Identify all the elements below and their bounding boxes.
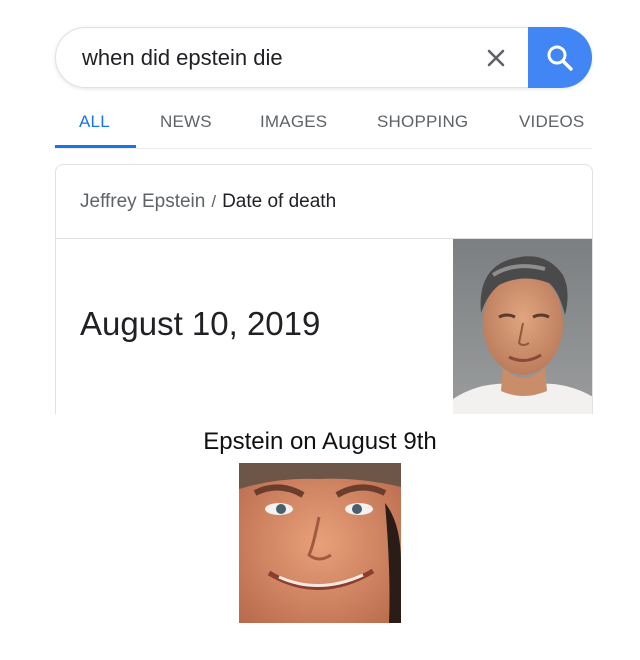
search-input[interactable]: when did epstein die [82, 45, 283, 71]
tab-all[interactable]: ALL [79, 112, 110, 132]
tabs-divider [55, 148, 592, 149]
tab-videos[interactable]: VIDEOS [519, 112, 584, 132]
search-bar: when did epstein die [55, 27, 592, 88]
breadcrumb-attribute: Date of death [222, 191, 337, 212]
search-icon [547, 45, 573, 71]
answer-card: Jeffrey Epstein / Date of death August 10,… [55, 164, 593, 414]
entity-portrait-image[interactable] [453, 239, 593, 414]
breadcrumb-separator: / [211, 192, 217, 211]
meme-caption: Epstein on August 9th [203, 428, 437, 455]
search-button[interactable] [528, 27, 592, 88]
tab-news[interactable]: NEWS [160, 112, 212, 132]
breadcrumb-entity-link[interactable]: Jeffrey Epstein [80, 191, 205, 212]
clear-search-button[interactable] [478, 40, 514, 76]
tab-images[interactable]: IMAGES [260, 112, 327, 132]
search-tabs: ALL NEWS IMAGES SHOPPING VIDEOS [55, 108, 592, 150]
active-tab-indicator [55, 145, 136, 148]
answer-card-header: Jeffrey Epstein / Date of death [56, 165, 592, 239]
close-icon [487, 49, 505, 67]
answer-value: August 10, 2019 [80, 305, 321, 342]
tab-shopping[interactable]: SHOPPING [377, 112, 468, 132]
breadcrumb: Jeffrey Epstein / Date of death [80, 191, 336, 213]
closeup-face-image [239, 463, 401, 623]
